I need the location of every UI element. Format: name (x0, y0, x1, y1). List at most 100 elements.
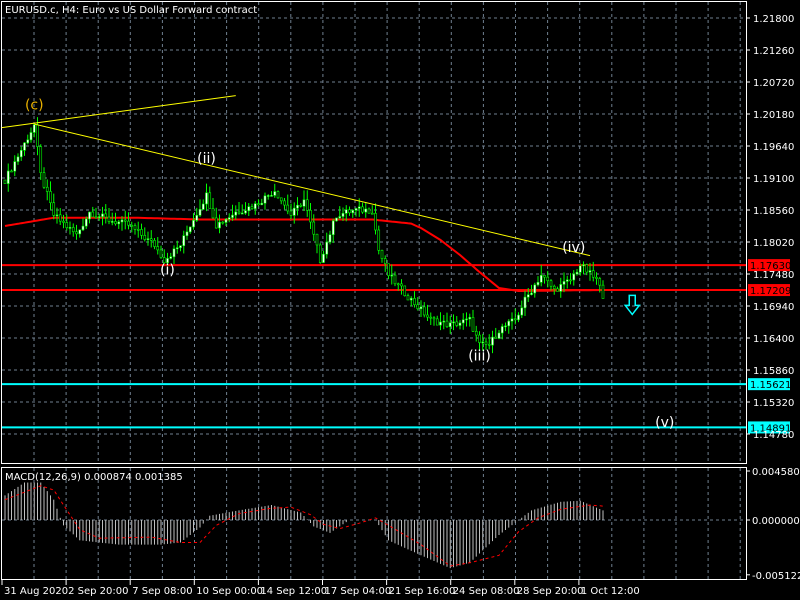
candle-body (400, 283, 403, 287)
candle-body (572, 273, 576, 281)
candle-body (55, 214, 59, 217)
trendlines[interactable] (1, 95, 591, 257)
candle-body (231, 214, 234, 218)
candle-body (383, 258, 387, 265)
candle-body (500, 326, 504, 334)
candle-body (322, 253, 325, 263)
candle-body (179, 245, 182, 248)
candle-body (104, 213, 108, 218)
candle-body (65, 222, 69, 228)
price-tick-label: 1.15320 (753, 398, 794, 409)
candle-body (237, 211, 241, 214)
candle-body (569, 279, 572, 282)
candle-body (435, 318, 439, 326)
candle-body (598, 278, 602, 286)
price-tick-label: 1.17480 (753, 270, 794, 281)
candle-body (364, 208, 368, 213)
candle-body (305, 199, 309, 211)
candle-body (465, 318, 468, 321)
candle-body (458, 322, 462, 326)
candle-body (546, 276, 550, 282)
candle-body (403, 285, 407, 296)
candle-body (387, 263, 390, 277)
candle-body (192, 220, 195, 228)
candle-body (123, 219, 127, 222)
wave-label: (c) (25, 97, 44, 113)
candle-body (318, 244, 322, 263)
candle-body (68, 227, 72, 229)
time-axis[interactable]: 31 Aug 2020 2 Sep 20:00 7 Sep 08:00 10 Sep … (1, 580, 640, 597)
candle-body (247, 206, 251, 212)
price-tick-label: 1.15860 (753, 366, 794, 377)
candle-body (309, 210, 312, 223)
price-tick-label: 1.21260 (753, 46, 794, 57)
price-tick-label: 1.14780 (753, 430, 794, 441)
candle-body (409, 298, 413, 301)
candle-body (172, 248, 176, 258)
candle-body (283, 200, 286, 206)
candle-body (159, 249, 163, 258)
candle-body (260, 202, 264, 206)
candle-body (253, 203, 257, 209)
time-tick-label: 24 Sep 08:00 (453, 586, 520, 597)
price-axis[interactable]: 1.21800 1.21260 1.20720 1.20180 1.19640 1.191… (746, 14, 800, 582)
price-tick-label: 1.16940 (753, 302, 794, 313)
time-tick-label: 14 Sep 12:00 (260, 586, 327, 597)
candles (3, 117, 605, 354)
moving-average-line (4, 216, 603, 292)
candle-body (523, 296, 527, 309)
candle-body (520, 307, 524, 316)
candle-body (10, 170, 13, 173)
wave-label: (i) (160, 263, 175, 279)
candle-body (354, 208, 358, 211)
candle-body (279, 197, 283, 202)
candle-body (240, 212, 244, 215)
candle-body (78, 229, 82, 235)
time-tick-label: 28 Sep 20:00 (517, 586, 584, 597)
candle-body (36, 124, 39, 147)
candle-body (224, 218, 228, 223)
candle-body (250, 206, 254, 209)
candle-body (136, 229, 140, 231)
candle-body (422, 306, 426, 316)
candle-body (478, 334, 481, 343)
candle-body (149, 238, 153, 241)
candle-body (328, 234, 332, 243)
candle-body (32, 124, 36, 133)
candle-body (468, 317, 472, 320)
candle-body (390, 274, 394, 277)
candle-body (270, 195, 273, 197)
candle-body (513, 318, 517, 321)
candle-body (312, 221, 316, 235)
candle-body (114, 221, 117, 225)
candle-body (143, 235, 147, 240)
candle-body (526, 294, 530, 298)
candle-body (45, 186, 49, 192)
candle-body (533, 284, 537, 294)
candle-body (461, 319, 465, 324)
candle-body (494, 336, 498, 339)
candle-body (445, 320, 449, 328)
candle-body (325, 241, 329, 255)
candle-body (416, 304, 420, 310)
candle-body (504, 325, 507, 328)
candle-body (439, 321, 442, 326)
candle-body (26, 139, 30, 144)
trading-chart[interactable]: 1.176301.172091.156211.14891 (c)(ii)(i)(… (0, 0, 800, 600)
candle-body (452, 321, 455, 324)
candle-body (133, 225, 137, 230)
candle-body (536, 282, 540, 286)
candle-body (565, 279, 569, 282)
candle-body (315, 233, 319, 246)
candle-body (497, 332, 501, 339)
candle-body (71, 227, 75, 233)
level-price-label: 1.15621 (750, 380, 791, 391)
candle-body (595, 276, 598, 279)
candle-body (153, 240, 156, 247)
time-tick-label: 10 Sep 00:00 (196, 586, 263, 597)
price-tick-label: 1.18560 (753, 206, 794, 217)
time-tick-label: 17 Sep 04:00 (325, 586, 392, 597)
price-tick-label: 1.19640 (753, 142, 794, 153)
candle-body (276, 191, 280, 199)
candle-body (374, 213, 377, 231)
